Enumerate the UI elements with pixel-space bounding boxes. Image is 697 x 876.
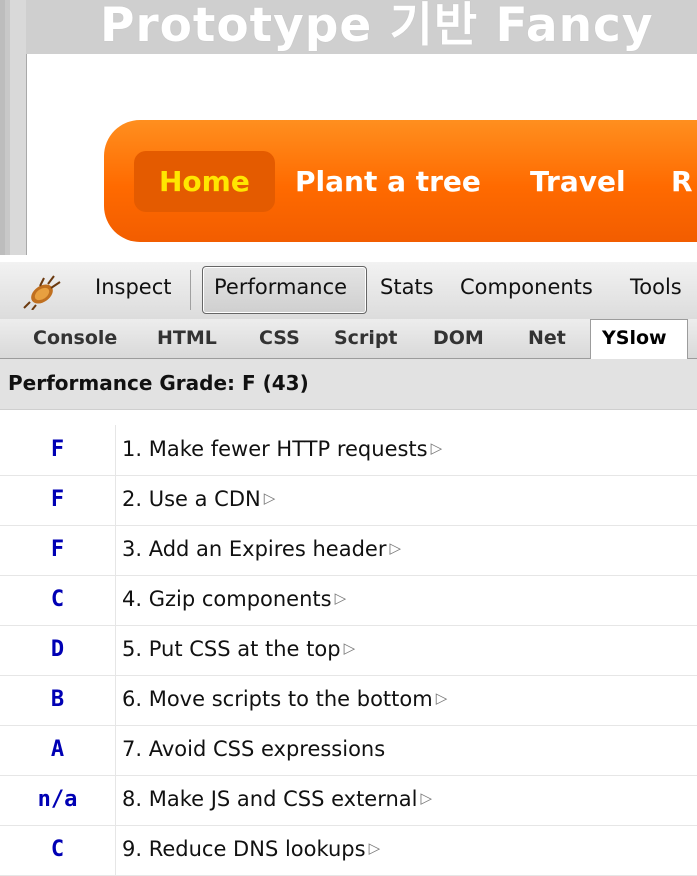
rule-label-wrap[interactable]: 9. Reduce DNS lookups ▷ bbox=[122, 837, 380, 861]
rule-label-wrap[interactable]: 8. Make JS and CSS external ▷ bbox=[122, 787, 432, 811]
rule-grade: A bbox=[50, 737, 65, 762]
divider bbox=[115, 475, 116, 525]
toolbar-tools[interactable]: Tools bbox=[630, 275, 682, 299]
tab-net[interactable]: Net bbox=[528, 327, 566, 349]
nav-link-plant-a-tree[interactable]: Plant a tree bbox=[295, 165, 481, 198]
site-navbar: Home Plant a tree Travel R bbox=[104, 120, 697, 242]
rule-grade: C bbox=[50, 587, 65, 612]
expand-arrow-icon[interactable]: ▷ bbox=[421, 789, 433, 807]
toolbar-stats[interactable]: Stats bbox=[380, 275, 434, 299]
divider bbox=[115, 425, 116, 475]
firebug-icon[interactable] bbox=[20, 272, 64, 310]
panel-tabs: Console HTML CSS Script DOM Net YSlow bbox=[0, 319, 697, 360]
site-header: Prototype 기반 Fancy bbox=[26, 0, 697, 54]
rule-label-wrap[interactable]: 6. Move scripts to the bottom ▷ bbox=[122, 687, 447, 711]
divider bbox=[115, 625, 116, 675]
rule-label[interactable]: 2. Use a CDN bbox=[122, 487, 261, 511]
expand-arrow-icon[interactable]: ▷ bbox=[369, 839, 381, 857]
nav-link-travel[interactable]: Travel bbox=[530, 165, 626, 198]
expand-arrow-icon[interactable]: ▷ bbox=[389, 539, 401, 557]
rule-row[interactable]: F 3. Add an Expires header ▷ bbox=[0, 525, 697, 576]
rule-label[interactable]: 3. Add an Expires header bbox=[122, 537, 386, 561]
expand-arrow-icon[interactable]: ▷ bbox=[264, 489, 276, 507]
divider bbox=[115, 725, 116, 775]
rule-label[interactable]: 4. Gzip components bbox=[122, 587, 332, 611]
performance-grade-header: Performance Grade: F (43) bbox=[0, 359, 697, 410]
toolbar-components[interactable]: Components bbox=[460, 275, 593, 299]
site-title: Prototype 기반 Fancy bbox=[100, 0, 654, 53]
nav-link-r[interactable]: R bbox=[671, 165, 693, 198]
rule-grade: B bbox=[50, 687, 65, 712]
rule-row[interactable]: B 6. Move scripts to the bottom ▷ bbox=[0, 675, 697, 726]
page-margin bbox=[0, 0, 5, 255]
rule-label-wrap[interactable]: 5. Put CSS at the top ▷ bbox=[122, 637, 355, 661]
tab-html[interactable]: HTML bbox=[157, 327, 217, 349]
rule-label[interactable]: 5. Put CSS at the top bbox=[122, 637, 341, 661]
rule-row[interactable]: F 1. Make fewer HTTP requests ▷ bbox=[0, 425, 697, 476]
rule-grade: D bbox=[50, 637, 65, 662]
rule-label-wrap[interactable]: 1. Make fewer HTTP requests ▷ bbox=[122, 437, 442, 461]
rule-grade: F bbox=[50, 487, 65, 512]
toolbar-separator bbox=[190, 270, 191, 310]
expand-arrow-icon[interactable]: ▷ bbox=[436, 689, 448, 707]
rule-label-wrap[interactable]: 4. Gzip components ▷ bbox=[122, 587, 346, 611]
rule-row[interactable]: C 9. Reduce DNS lookups ▷ bbox=[0, 825, 697, 876]
tab-script[interactable]: Script bbox=[334, 327, 398, 349]
rule-row[interactable]: D 5. Put CSS at the top ▷ bbox=[0, 625, 697, 676]
rule-label-wrap: 7. Avoid CSS expressions bbox=[122, 737, 385, 761]
rule-label-wrap[interactable]: 3. Add an Expires header ▷ bbox=[122, 537, 401, 561]
tab-console[interactable]: Console bbox=[33, 327, 117, 349]
rule-row[interactable]: C 4. Gzip components ▷ bbox=[0, 575, 697, 626]
expand-arrow-icon[interactable]: ▷ bbox=[344, 639, 356, 657]
rule-row[interactable]: A 7. Avoid CSS expressions bbox=[0, 725, 697, 776]
divider bbox=[115, 575, 116, 625]
rule-label[interactable]: 9. Reduce DNS lookups bbox=[122, 837, 366, 861]
rule-label: 7. Avoid CSS expressions bbox=[122, 737, 386, 761]
rule-label[interactable]: 8. Make JS and CSS external bbox=[122, 787, 418, 811]
nav-link-home[interactable]: Home bbox=[159, 165, 250, 198]
rule-label-wrap[interactable]: 2. Use a CDN ▷ bbox=[122, 487, 275, 511]
tab-dom[interactable]: DOM bbox=[433, 327, 484, 349]
rule-row[interactable]: F 2. Use a CDN ▷ bbox=[0, 475, 697, 526]
divider bbox=[115, 525, 116, 575]
performance-grade: Performance Grade: F (43) bbox=[8, 371, 309, 395]
rule-label[interactable]: 1. Make fewer HTTP requests bbox=[122, 437, 428, 461]
divider bbox=[115, 775, 116, 825]
rule-label[interactable]: 6. Move scripts to the bottom bbox=[122, 687, 433, 711]
rule-row[interactable]: n/a 8. Make JS and CSS external ▷ bbox=[0, 775, 697, 826]
webpage-preview: Prototype 기반 Fancy Home Plant a tree Tra… bbox=[0, 0, 697, 255]
divider bbox=[115, 675, 116, 725]
toolbar-performance[interactable]: Performance bbox=[214, 275, 347, 299]
firebug-toolbar: Inspect Performance Stats Components Too… bbox=[0, 262, 697, 320]
rule-grade: F bbox=[50, 537, 65, 562]
rule-grade: n/a bbox=[37, 787, 78, 812]
expand-arrow-icon[interactable]: ▷ bbox=[335, 589, 347, 607]
rule-grade: F bbox=[50, 437, 65, 462]
toolbar-inspect[interactable]: Inspect bbox=[95, 275, 171, 299]
tab-yslow[interactable]: YSlow bbox=[602, 327, 667, 349]
rule-grade: C bbox=[50, 837, 65, 862]
tab-css[interactable]: CSS bbox=[259, 327, 300, 349]
expand-arrow-icon[interactable]: ▷ bbox=[431, 439, 443, 457]
